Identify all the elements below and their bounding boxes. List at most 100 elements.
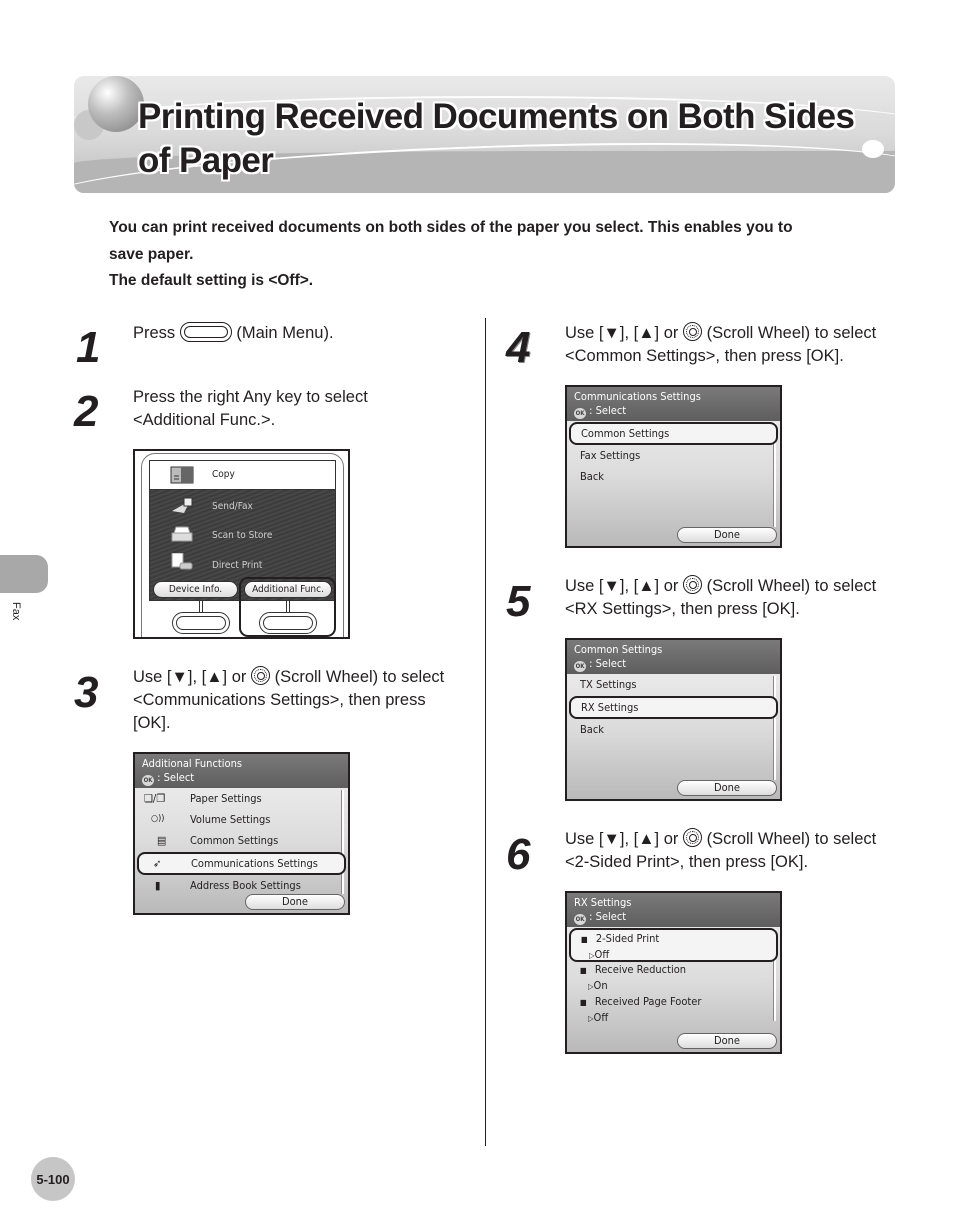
setting-receive-reduction[interactable]: ■ Receive Reduction ▷On	[567, 962, 780, 994]
volume-icon: ○))	[151, 814, 165, 824]
rx-settings-screen: RX Settings OK : Select ■ 2-Sided Print ▷…	[565, 891, 782, 1054]
step-text-part: (Scroll Wheel) to select	[701, 324, 877, 342]
up-arrow-key-icon: ▲	[206, 668, 223, 686]
step-text-line: Use [▼], [▲] or (Scroll Wheel) to select	[565, 322, 876, 345]
step-text-line: <Communications Settings>, then press	[133, 691, 426, 709]
up-arrow-key-icon: ▲	[638, 830, 655, 848]
step-text-part: Use [	[565, 324, 604, 342]
list-item-tx-settings[interactable]: TX Settings	[567, 674, 780, 695]
step-text-part: Use [	[133, 668, 172, 686]
screen-subtitle: OK : Select	[142, 771, 341, 786]
screen-subtitle-text: : Select	[589, 657, 627, 670]
ok-icon: OK	[142, 775, 154, 786]
list-item-rx-settings[interactable]: RX Settings	[569, 696, 778, 719]
list-item-back[interactable]: Back	[567, 466, 780, 487]
done-button[interactable]: Done	[245, 894, 345, 910]
list-item-common-settings[interactable]: ▤ Common Settings	[135, 830, 348, 851]
list-item-label: Communications Settings	[191, 857, 318, 870]
step-5-text: Use [▼], [▲] or (Scroll Wheel) to select…	[565, 575, 876, 621]
intro-text: You can print received documents on both…	[109, 215, 869, 295]
done-button[interactable]: Done	[677, 527, 777, 543]
screen-subtitle: OK : Select	[574, 910, 773, 925]
communications-settings-screen: Communications Settings OK : Select Comm…	[565, 385, 782, 548]
screen-subtitle-text: : Select	[157, 771, 195, 784]
direct-print-icon	[171, 553, 193, 570]
list-item-label: Paper Settings	[190, 792, 262, 805]
step-3-text: Use [▼], [▲] or (Scroll Wheel) to select…	[133, 666, 444, 735]
setting-received-page-footer[interactable]: ■ Received Page Footer ▷Off	[567, 994, 780, 1026]
setting-label: 2-Sided Print	[595, 932, 660, 945]
step-text-part: ], [	[187, 668, 207, 686]
menu-item-label: Copy	[212, 469, 235, 480]
page-number: 5-100	[31, 1157, 75, 1201]
down-arrow-key-icon: ▼	[171, 668, 188, 686]
step-text-part: Use [	[565, 830, 604, 848]
step-text-line: [OK].	[133, 714, 171, 732]
intro-line: You can print received documents on both…	[109, 219, 793, 236]
left-any-key[interactable]	[172, 612, 230, 634]
address-book-icon: ▮	[155, 879, 161, 892]
scroll-wheel-icon	[682, 828, 702, 847]
banner-sphere-decoration	[88, 76, 144, 132]
scroll-wheel-icon	[250, 666, 270, 685]
down-arrow-key-icon: ▼	[603, 830, 620, 848]
screen-subtitle-text: : Select	[589, 910, 627, 923]
intro-line: save paper.	[109, 245, 194, 263]
setting-value-row: ▷On	[580, 978, 780, 994]
paper-icon: ❏/❐	[144, 792, 166, 805]
page-title-line2: of Paper	[138, 141, 274, 180]
done-button[interactable]: Done	[677, 1033, 777, 1049]
screen-title: Communications Settings	[574, 390, 701, 403]
ok-icon: OK	[574, 914, 586, 925]
additional-functions-screen: Additional Functions OK : Select ❏/❐ Pap…	[133, 752, 350, 915]
list-item-volume-settings[interactable]: ○)) Volume Settings	[135, 809, 348, 830]
step-4-text: Use [▼], [▲] or (Scroll Wheel) to select…	[565, 322, 876, 368]
list-item-common-settings[interactable]: Common Settings	[569, 422, 778, 445]
setting-label-row: ■ 2-Sided Print	[581, 930, 776, 947]
key-stem	[199, 600, 203, 612]
list-item-communications-settings[interactable]: ➶ Communications Settings	[137, 852, 346, 875]
step-number: 3	[74, 668, 99, 717]
screen-subtitle: OK : Select	[574, 657, 773, 672]
step-text-part: Press	[133, 324, 180, 342]
list-item-fax-settings[interactable]: Fax Settings	[567, 445, 780, 466]
step-text-line: Use [▼], [▲] or (Scroll Wheel) to select	[565, 828, 876, 851]
main-menu-key-icon	[179, 322, 232, 342]
bullet-icon: ■	[580, 998, 587, 1007]
list-item-address-book-settings[interactable]: ▮ Address Book Settings	[135, 875, 348, 896]
send-fax-icon	[172, 497, 193, 513]
screen-header: Common Settings OK : Select	[567, 640, 780, 674]
step-text-line: Press the right Any key to select	[133, 388, 368, 406]
chapter-tab	[0, 555, 48, 593]
menu-item-direct-print[interactable]: Direct Print	[212, 560, 262, 571]
setting-2-sided-print[interactable]: ■ 2-Sided Print ▷Off	[569, 928, 778, 962]
list-item-back[interactable]: Back	[567, 719, 780, 740]
menu-item-scan-to-store[interactable]: Scan to Store	[212, 530, 272, 541]
step-text-part: (Main Menu).	[231, 324, 334, 342]
step-text-part: ] or	[654, 830, 683, 848]
menu-item-copy[interactable]: Copy	[150, 461, 335, 490]
screen-title: Additional Functions	[142, 757, 242, 770]
list-item-paper-settings[interactable]: ❏/❐ Paper Settings	[135, 788, 348, 809]
step-text-line: Use [▼], [▲] or (Scroll Wheel) to select	[133, 666, 444, 689]
step-text-part: ] or	[654, 324, 683, 342]
step-number: 1	[76, 323, 101, 372]
step-text-part: ], [	[619, 830, 639, 848]
step-text-part: (Scroll Wheel) to select	[269, 668, 445, 686]
setting-label-row: ■ Receive Reduction	[580, 962, 780, 978]
screen-title: RX Settings	[574, 896, 632, 909]
setting-value: Off	[594, 948, 610, 961]
setting-value: On	[593, 979, 608, 992]
done-button[interactable]: Done	[677, 780, 777, 796]
default-setting-note: The default setting is <Off>.	[109, 272, 314, 289]
menu-item-send-fax[interactable]: Send/Fax	[212, 501, 253, 512]
ok-icon: OK	[574, 661, 586, 672]
common-settings-screen: Common Settings OK : Select TX Settings …	[565, 638, 782, 801]
step-text-line: <Additional Func.>.	[133, 411, 276, 429]
device-info-softkey-label: Device Info.	[153, 581, 238, 598]
step-text-part: ], [	[619, 577, 639, 595]
setting-value-row: ▷Off	[580, 1010, 780, 1026]
send-fax-icon: ➶	[153, 857, 162, 870]
step-text-part: ] or	[654, 577, 683, 595]
step-number: 6	[506, 830, 531, 879]
